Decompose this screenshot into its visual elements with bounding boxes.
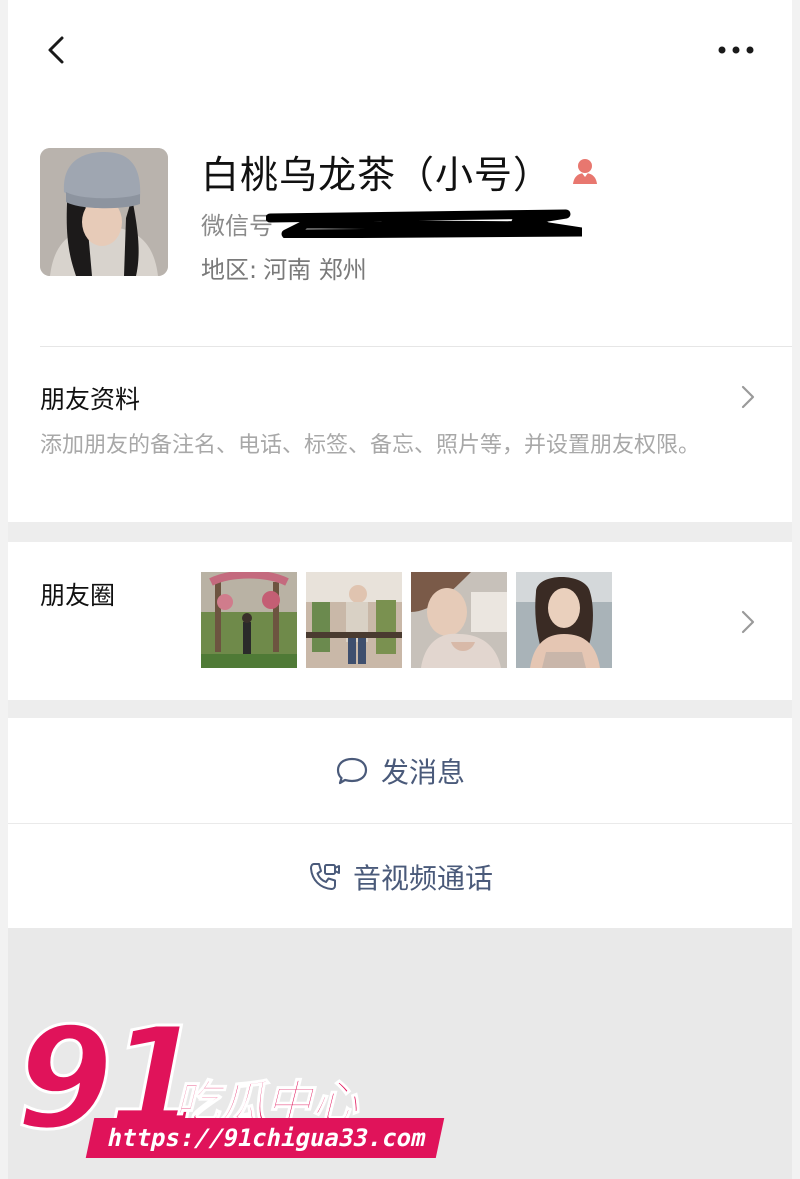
- wechat-id-label: 微信号: [201, 212, 273, 240]
- moments-photo[interactable]: [306, 572, 402, 668]
- avatar[interactable]: [40, 148, 168, 276]
- female-user-icon: [573, 159, 598, 184]
- redaction-scribble: [266, 209, 582, 238]
- moments-thumbnails: [201, 572, 612, 668]
- send-message-button[interactable]: 发消息: [8, 718, 792, 823]
- friend-info-title[interactable]: 朋友资料: [40, 380, 140, 416]
- audio-video-call-button[interactable]: 音视频通话: [8, 824, 792, 929]
- moments-photo[interactable]: [411, 572, 507, 668]
- region-info: 地区: 河南 郑州: [201, 250, 367, 285]
- chevron-left-icon[interactable]: [38, 30, 78, 70]
- name-row: 白桃乌龙茶（小号）: [201, 146, 600, 197]
- actions-card: 发消息 音视频通话: [8, 718, 792, 928]
- region-value: 河南 郑州: [263, 256, 367, 284]
- chevron-right-icon[interactable]: [738, 383, 758, 411]
- chevron-right-icon[interactable]: [738, 608, 758, 636]
- moments-card[interactable]: 朋友圈: [8, 542, 792, 700]
- audio-video-call-label: 音视频通话: [352, 861, 493, 895]
- divider: [40, 346, 792, 347]
- watermark-url: https://91chigua33.com: [85, 1118, 445, 1158]
- moments-photo[interactable]: [516, 572, 612, 668]
- contact-name: 白桃乌龙茶（小号）: [201, 152, 553, 197]
- chat-bubble-icon: [336, 757, 368, 784]
- send-message-label: 发消息: [380, 755, 465, 789]
- friend-info-description: 添加朋友的备注名、电话、标签、备忘、照片等，并设置朋友权限。: [40, 433, 701, 458]
- site-watermark: 91 吃瓜中心 https://91chigua33.com: [15, 1008, 445, 1170]
- region-label: 地区:: [201, 256, 258, 284]
- more-dots-icon[interactable]: [714, 36, 758, 64]
- moments-title: 朋友圈: [40, 581, 116, 610]
- video-call-icon: [309, 862, 340, 890]
- profile-header-card: 白桃乌龙茶（小号） 微信号 地区: 河南 郑州 朋友资料 添加朋友的备注名、电话、…: [8, 0, 792, 522]
- moments-photo[interactable]: [201, 572, 297, 668]
